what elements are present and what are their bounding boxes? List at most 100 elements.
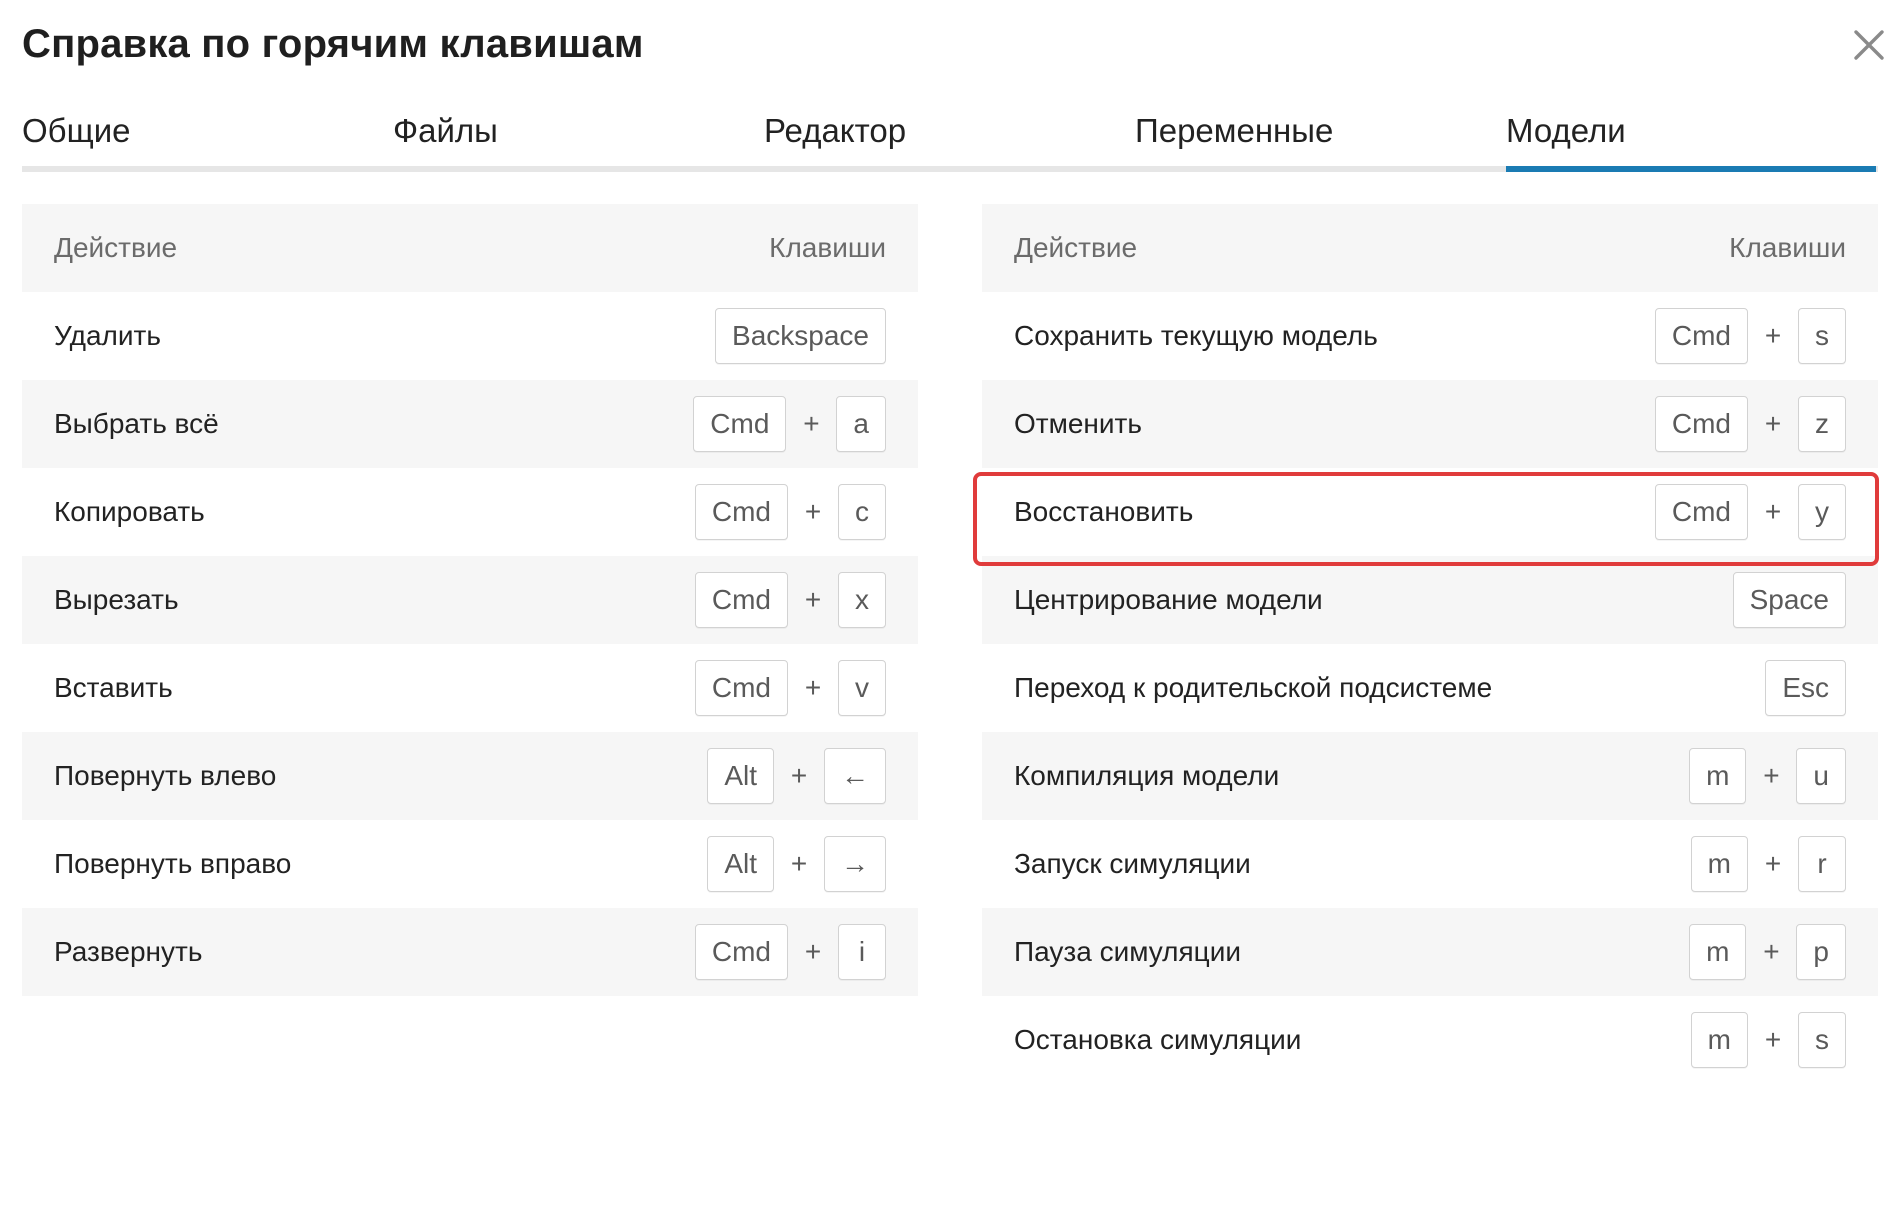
key-cap: Cmd	[694, 572, 788, 628]
key-combo: Backspace	[715, 308, 886, 364]
tab-bar: Общие Файлы Редактор Переменные Модели	[22, 110, 1878, 172]
table-row: Удалить Backspace	[22, 292, 918, 380]
key-combo: Cmd + i	[694, 924, 886, 980]
action-label: Повернуть вправо	[54, 848, 292, 879]
header-action: Действие	[1014, 232, 1138, 263]
plus-sign: +	[804, 936, 822, 967]
plus-sign: +	[1764, 848, 1782, 879]
table-row: Центрирование модели Space	[982, 556, 1878, 644]
table-row: Запуск симуляции m + r	[982, 820, 1878, 908]
key-combo: m + u	[1689, 748, 1846, 804]
plus-sign: +	[790, 760, 808, 791]
action-label: Копировать	[54, 496, 205, 527]
close-icon	[1854, 30, 1884, 60]
table-row: Выбрать всё Cmd + a	[22, 380, 918, 468]
right-shortcuts-table: Действие Клавиши Сохранить текущую модель C…	[982, 204, 1878, 1084]
key-combo: Alt + ←	[707, 748, 886, 804]
key-combo: Cmd + c	[694, 484, 886, 540]
key-combo: Cmd + v	[694, 660, 886, 716]
key-combo: m + r	[1690, 836, 1846, 892]
key-cap: s	[1798, 308, 1846, 364]
key-cap: Cmd	[694, 484, 788, 540]
key-cap: m	[1689, 924, 1747, 980]
key-combo: m + p	[1689, 924, 1846, 980]
tab-editor[interactable]: Редактор	[764, 110, 906, 172]
key-cap: m	[1689, 748, 1747, 804]
tab-label: Общие	[22, 112, 131, 149]
plus-sign: +	[790, 848, 808, 879]
table-row: Переход к родительской подсистеме Esc	[982, 644, 1878, 732]
key-combo: Cmd + a	[693, 396, 886, 452]
dialog-title: Справка по горячим клавишам	[22, 22, 644, 66]
plus-sign: +	[1764, 408, 1782, 439]
action-label: Переход к родительской подсистеме	[1014, 672, 1493, 703]
key-cap: Cmd	[1654, 308, 1748, 364]
header-keys: Клавиши	[769, 232, 886, 263]
left-shortcuts-table: Действие Клавиши Удалить Backspace Выбрать в…	[22, 204, 918, 996]
key-cap: ←	[824, 748, 886, 804]
table-header: Действие Клавиши	[982, 204, 1878, 292]
key-cap: Space	[1732, 572, 1846, 628]
action-label: Развернуть	[54, 936, 203, 967]
key-cap: u	[1796, 748, 1846, 804]
plus-sign: +	[1763, 760, 1780, 791]
tab-variables[interactable]: Переменные	[1135, 110, 1333, 172]
action-label: Удалить	[54, 320, 161, 351]
plus-sign: +	[803, 408, 820, 439]
key-cap: m	[1690, 836, 1748, 892]
key-cap: v	[838, 660, 886, 716]
tab-general[interactable]: Общие	[22, 110, 131, 172]
action-label: Повернуть влево	[54, 760, 277, 791]
key-cap: Cmd	[1654, 396, 1748, 452]
plus-sign: +	[1764, 1024, 1782, 1055]
tab-label: Модели	[1506, 112, 1626, 149]
tab-files[interactable]: Файлы	[393, 110, 498, 172]
table-row: Отменить Cmd + z	[982, 380, 1878, 468]
table-row: Сохранить текущую модель Cmd + s	[982, 292, 1878, 380]
table-row: Повернуть вправо Alt + →	[22, 820, 918, 908]
key-combo: Cmd + y	[1654, 484, 1846, 540]
action-label: Восстановить	[1014, 496, 1194, 527]
key-cap: →	[824, 836, 886, 892]
plus-sign: +	[1764, 320, 1782, 351]
key-cap: Cmd	[694, 924, 788, 980]
key-combo: Esc	[1765, 660, 1846, 716]
key-cap: c	[838, 484, 886, 540]
plus-sign: +	[1764, 496, 1782, 527]
key-cap: Esc	[1765, 660, 1846, 716]
action-label: Компиляция модели	[1014, 760, 1280, 791]
action-label: Запуск симуляции	[1014, 848, 1251, 879]
key-cap: s	[1798, 1012, 1846, 1068]
plus-sign: +	[804, 584, 822, 615]
key-cap: r	[1798, 836, 1846, 892]
action-label: Отменить	[1014, 408, 1142, 439]
tab-models[interactable]: Модели	[1506, 110, 1878, 172]
tab-label: Переменные	[1135, 112, 1334, 149]
key-cap: Cmd	[1654, 484, 1748, 540]
action-label: Сохранить текущую модель	[1014, 320, 1378, 351]
plus-sign: +	[1763, 936, 1780, 967]
key-cap: Cmd	[694, 660, 788, 716]
tab-label: Файлы	[393, 112, 498, 149]
key-cap: m	[1690, 1012, 1748, 1068]
table-row: Развернуть Cmd + i	[22, 908, 918, 996]
key-combo: Alt + →	[707, 836, 886, 892]
key-cap: p	[1796, 924, 1846, 980]
action-label: Остановка симуляции	[1014, 1024, 1302, 1055]
key-cap: Alt	[707, 836, 774, 892]
key-cap: i	[838, 924, 886, 980]
action-label: Выбрать всё	[54, 408, 219, 439]
header-keys: Клавиши	[1729, 232, 1846, 263]
key-combo: m + s	[1690, 1012, 1846, 1068]
key-cap: z	[1798, 396, 1846, 452]
action-label: Пауза симуляции	[1014, 936, 1241, 967]
action-label: Вставить	[54, 672, 173, 703]
table-header: Действие Клавиши	[22, 204, 918, 292]
table-row: Повернуть влево Alt + ←	[22, 732, 918, 820]
close-button[interactable]	[1848, 24, 1890, 66]
key-cap: a	[836, 396, 886, 452]
key-cap: Alt	[707, 748, 774, 804]
hotkeys-dialog: Справка по горячим клавишам Общие Файлы …	[0, 0, 1900, 1210]
table-row: Пауза симуляции m + p	[982, 908, 1878, 996]
action-label: Центрирование модели	[1014, 584, 1323, 615]
